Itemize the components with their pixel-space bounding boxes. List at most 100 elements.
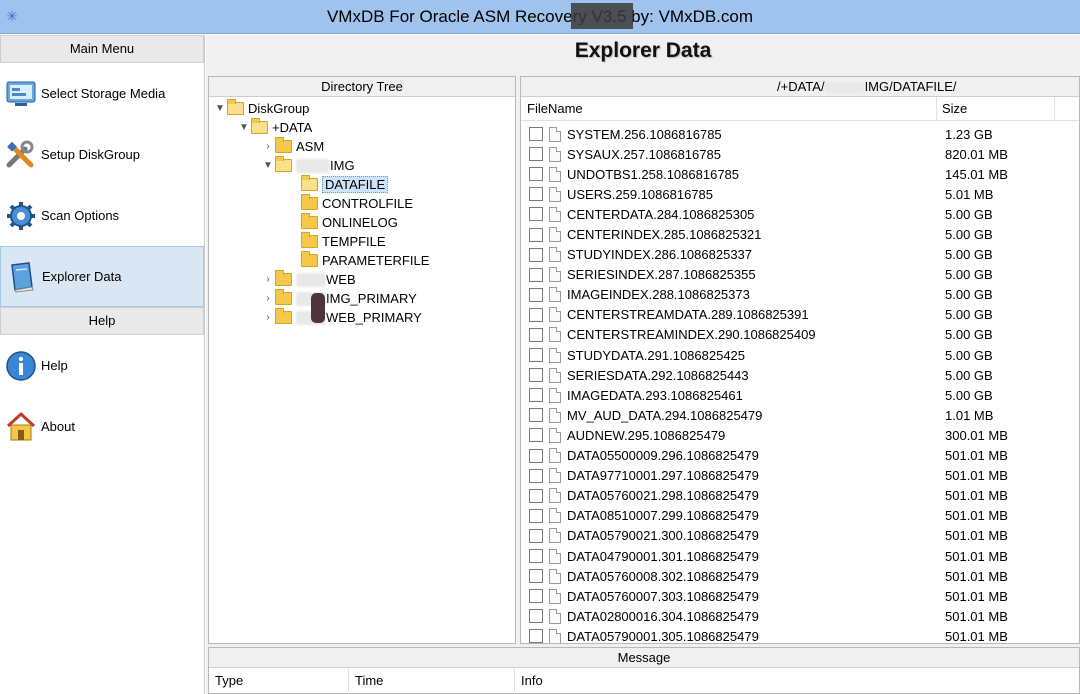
chevron-down-icon[interactable]: ▼ [261,160,275,171]
tree-node-parameterfile[interactable]: PARAMETERFILE [209,251,515,270]
folder-icon [251,118,268,134]
tree-node-datafile[interactable]: DATAFILE [209,175,515,194]
file-checkbox[interactable] [529,609,543,624]
column-header-filename[interactable]: FileName [521,97,937,120]
file-checkbox[interactable] [529,388,543,403]
file-checkbox[interactable] [529,307,543,322]
file-row[interactable]: SERIESDATA.292.1086825443 5.00 GB [521,365,1079,385]
file-checkbox[interactable] [529,167,543,182]
file-row[interactable]: AUDNEW.295.1086825479 300.01 MB [521,425,1079,445]
tree-node-web-primary[interactable]: › WEB_PRIMARY [209,308,515,327]
file-row[interactable]: CENTERDATA.284.1086825305 5.00 GB [521,204,1079,224]
folder-icon [275,308,292,324]
sidebar-item-select-storage-media[interactable]: Select Storage Media [0,63,204,124]
file-row[interactable]: DATA02800016.304.1086825479 501.01 MB [521,606,1079,626]
file-checkbox[interactable] [529,528,543,543]
file-row[interactable]: DATA05760021.298.1086825479 501.01 MB [521,486,1079,506]
file-row[interactable]: STUDYINDEX.286.1086825337 5.00 GB [521,245,1079,265]
file-row[interactable]: IMAGEDATA.293.1086825461 5.00 GB [521,385,1079,405]
file-name: DATA08510007.299.1086825479 [567,508,759,524]
file-checkbox[interactable] [529,287,543,302]
chevron-down-icon[interactable]: ▼ [213,103,227,114]
file-row[interactable]: DATA05760007.303.1086825479 501.01 MB [521,586,1079,606]
sidebar-item-label: Explorer Data [42,269,122,284]
file-size: 501.01 MB [945,548,1008,564]
file-row[interactable]: CENTERSTREAMDATA.289.1086825391 5.00 GB [521,305,1079,325]
file-checkbox[interactable] [529,408,543,423]
column-header-size[interactable]: Size [937,97,1055,120]
file-row[interactable]: CENTERSTREAMINDEX.290.1086825409 5.00 GB [521,325,1079,345]
tree-node-onlinelog[interactable]: ONLINELOG [209,213,515,232]
file-checkbox[interactable] [529,629,543,643]
file-checkbox[interactable] [529,187,543,202]
file-checkbox[interactable] [529,569,543,584]
tree-node-tempfile[interactable]: TEMPFILE [209,232,515,251]
redaction-overlay [311,293,325,323]
sidebar-item-help[interactable]: Help [0,335,204,396]
file-name: SERIESINDEX.287.1086825355 [567,267,756,283]
chevron-right-icon[interactable]: › [261,141,275,152]
file-row[interactable]: SYSAUX.257.1086816785 820.01 MB [521,144,1079,164]
file-checkbox[interactable] [529,227,543,242]
file-row[interactable]: IMAGEINDEX.288.1086825373 5.00 GB [521,285,1079,305]
chevron-right-icon[interactable]: › [261,293,275,304]
file-checkbox[interactable] [529,549,543,564]
file-row[interactable]: DATA08510007.299.1086825479 501.01 MB [521,506,1079,526]
file-row[interactable]: DATA04790001.301.1086825479 501.01 MB [521,546,1079,566]
tree-node-diskgroup[interactable]: ▼ DiskGroup [209,99,515,118]
file-row[interactable]: CENTERINDEX.285.1086825321 5.00 GB [521,224,1079,244]
file-size: 1.23 GB [945,126,993,142]
file-icon [549,628,561,643]
column-header-time[interactable]: Time [349,668,515,694]
tree-node-data[interactable]: ▼ +DATA [209,118,515,137]
file-checkbox[interactable] [529,247,543,262]
file-row[interactable]: DATA05500009.296.1086825479 501.01 MB [521,446,1079,466]
file-row[interactable]: STUDYDATA.291.1086825425 5.00 GB [521,345,1079,365]
sidebar-item-setup-diskgroup[interactable]: Setup DiskGroup [0,124,204,185]
file-checkbox[interactable] [529,468,543,483]
main-area: Explorer Data Directory Tree ▼ DiskGroup… [206,35,1080,694]
file-size: 5.00 GB [945,307,993,323]
chevron-down-icon[interactable]: ▼ [237,122,251,133]
file-name: CENTERINDEX.285.1086825321 [567,227,762,243]
message-columns: Type Time Info [209,668,1079,694]
sidebar-item-explorer-data[interactable]: Explorer Data [0,246,204,307]
file-checkbox[interactable] [529,147,543,162]
file-row[interactable]: DATA97710001.297.1086825479 501.01 MB [521,466,1079,486]
file-row[interactable]: SERIESINDEX.287.1086825355 5.00 GB [521,265,1079,285]
file-checkbox[interactable] [529,488,543,503]
file-checkbox[interactable] [529,448,543,463]
storage-media-icon [4,77,38,111]
tree-node-img[interactable]: ▼ IMG [209,156,515,175]
explorer-book-icon [5,260,39,294]
chevron-right-icon[interactable]: › [261,312,275,323]
file-checkbox[interactable] [529,127,543,142]
file-row[interactable]: MV_AUD_DATA.294.1086825479 1.01 MB [521,405,1079,425]
file-row[interactable]: DATA05760008.302.1086825479 501.01 MB [521,566,1079,586]
file-row[interactable]: USERS.259.1086816785 5.01 MB [521,184,1079,204]
tree-node-web[interactable]: › WEB [209,270,515,289]
column-header-type[interactable]: Type [209,668,349,694]
chevron-right-icon[interactable]: › [261,274,275,285]
tree-node-controlfile[interactable]: CONTROLFILE [209,194,515,213]
tree-node-img-primary[interactable]: › IMG_PRIMARY [209,289,515,308]
file-checkbox[interactable] [529,428,543,443]
file-row[interactable]: UNDOTBS1.258.1086816785 145.01 MB [521,164,1079,184]
file-checkbox[interactable] [529,327,543,342]
file-checkbox[interactable] [529,508,543,523]
file-row[interactable]: DATA05790021.300.1086825479 501.01 MB [521,526,1079,546]
file-checkbox[interactable] [529,589,543,604]
tree-node-asm[interactable]: › ASM [209,137,515,156]
file-checkbox[interactable] [529,368,543,383]
file-checkbox[interactable] [529,207,543,222]
file-icon [549,247,561,263]
file-row[interactable]: SYSTEM.256.1086816785 1.23 GB [521,124,1079,144]
column-header-info[interactable]: Info [515,668,1075,694]
file-checkbox[interactable] [529,348,543,363]
file-size: 5.00 GB [945,206,993,222]
file-list: SYSTEM.256.1086816785 1.23 GB SYSAUX.257.1… [521,121,1079,643]
sidebar-item-scan-options[interactable]: Scan Options [0,185,204,246]
sidebar-item-about[interactable]: About [0,396,204,457]
file-row[interactable]: DATA05790001.305.1086825479 501.01 MB [521,626,1079,643]
file-checkbox[interactable] [529,267,543,282]
